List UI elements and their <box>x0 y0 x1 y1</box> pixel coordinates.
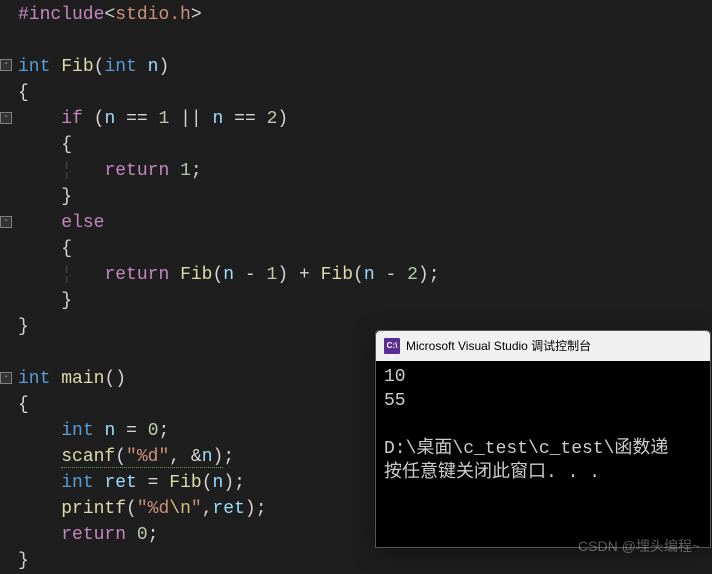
editor-gutter: - - - - <box>0 0 14 569</box>
console-output: 10 55 D:\桌面\c_test\c_test\函数递 按任意键关闭此窗口.… <box>376 361 710 489</box>
code-line: else <box>0 210 712 236</box>
console-title: Microsoft Visual Studio 调试控制台 <box>406 333 591 359</box>
code-line: ¦ return Fib(n - 1) + Fib(n - 2); <box>0 262 712 288</box>
code-line: if (n == 1 || n == 2) <box>0 106 712 132</box>
debug-console-window[interactable]: C:\ Microsoft Visual Studio 调试控制台 10 55 … <box>375 330 711 548</box>
vs-icon: C:\ <box>384 338 400 354</box>
code-line: { <box>0 132 712 158</box>
code-line: #include<stdio.h> <box>0 2 712 28</box>
fold-icon[interactable]: - <box>0 59 12 71</box>
console-title-bar[interactable]: C:\ Microsoft Visual Studio 调试控制台 <box>376 331 710 361</box>
fold-icon[interactable]: - <box>0 216 12 228</box>
code-line: { <box>0 80 712 106</box>
code-line: { <box>0 236 712 262</box>
fold-icon[interactable]: - <box>0 372 12 384</box>
fold-icon[interactable]: - <box>0 112 12 124</box>
code-line: } <box>0 288 712 314</box>
code-line <box>0 28 712 54</box>
code-line: } <box>0 184 712 210</box>
code-line: int Fib(int n) <box>0 54 712 80</box>
code-line: ¦ return 1; <box>0 158 712 184</box>
watermark: CSDN @埋头编程~ <box>578 533 700 559</box>
